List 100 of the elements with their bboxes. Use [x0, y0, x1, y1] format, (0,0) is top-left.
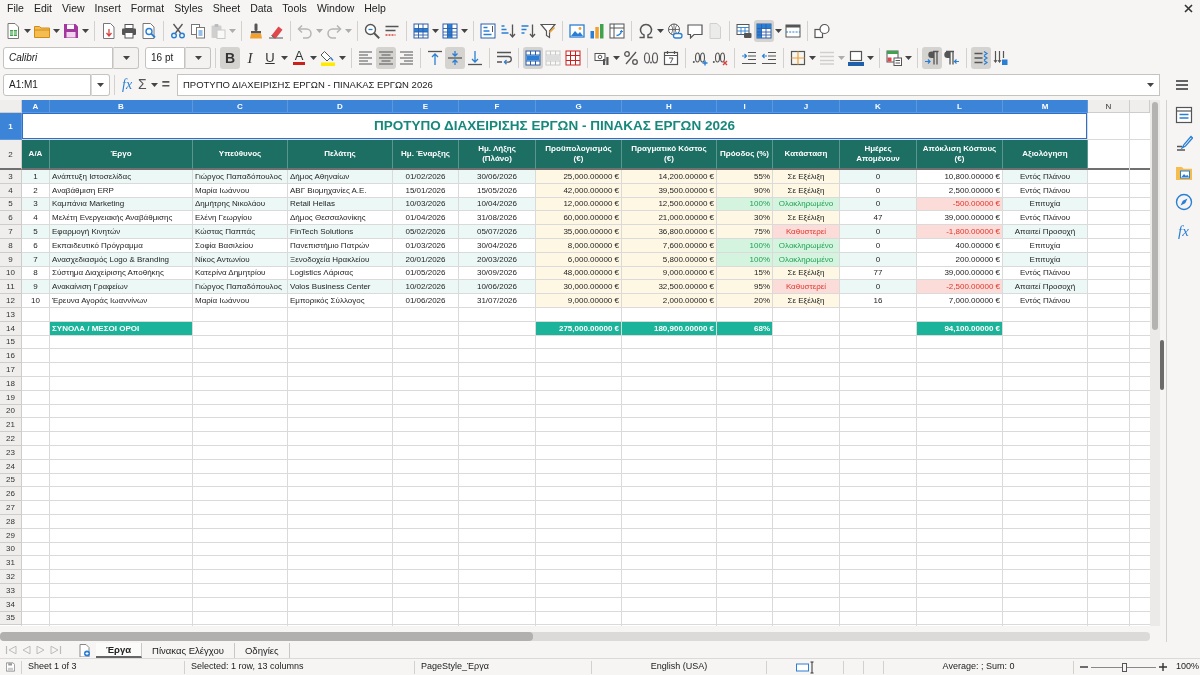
menu-item[interactable]: Data: [245, 1, 278, 16]
caret-icon[interactable]: [657, 28, 664, 33]
bold-button[interactable]: B: [220, 46, 240, 69]
menu-icon[interactable]: [1176, 79, 1188, 90]
caret-icon[interactable]: [97, 82, 104, 87]
row-header[interactable]: 31: [0, 556, 22, 571]
caret-icon[interactable]: [281, 55, 288, 60]
sidebar-handle[interactable]: [1160, 340, 1164, 390]
vertical-scrollbar[interactable]: [1150, 100, 1160, 626]
caret-icon[interactable]: [432, 28, 439, 33]
row-header[interactable]: 12: [0, 294, 22, 308]
row-header[interactable]: 32: [0, 570, 22, 584]
row-header[interactable]: 22: [0, 432, 22, 446]
column-header[interactable]: N: [1088, 100, 1130, 113]
table-cell: Καθυστερεί: [773, 225, 840, 239]
menu-item[interactable]: File: [2, 1, 29, 16]
column-header[interactable]: L: [917, 100, 1003, 113]
close-icon[interactable]: [1184, 4, 1193, 13]
slider-thumb[interactable]: [1121, 662, 1127, 672]
function-wizard-button[interactable]: fx: [119, 73, 136, 96]
zoom-level[interactable]: 100%: [1176, 660, 1200, 674]
column-header[interactable]: E: [393, 100, 459, 113]
caret-icon[interactable]: [775, 28, 782, 33]
row-header[interactable]: 21: [0, 418, 22, 433]
menu-item[interactable]: Help: [359, 1, 391, 16]
add-sheet-icon[interactable]: [79, 643, 90, 657]
caret-icon[interactable]: [809, 55, 816, 60]
table-cell: 0: [840, 225, 917, 239]
dropdown-button[interactable]: [185, 46, 211, 69]
menu-item[interactable]: Format: [125, 1, 170, 16]
caret-icon[interactable]: [613, 55, 620, 60]
row-header[interactable]: 26: [0, 487, 22, 502]
caret-icon[interactable]: [194, 55, 202, 60]
row-header[interactable]: 1: [0, 113, 22, 140]
zoom-slider[interactable]: [1091, 662, 1156, 672]
column-header[interactable]: H: [622, 100, 717, 113]
horizontal-scrollbar[interactable]: [0, 632, 1150, 641]
caret-icon[interactable]: [461, 28, 468, 33]
column-header[interactable]: F: [459, 100, 536, 113]
sheet-tab[interactable]: Οδηγίες: [234, 642, 290, 658]
font-color-button[interactable]: A: [289, 46, 309, 69]
caret-icon[interactable]: [310, 55, 317, 60]
totals-label: ΣΥΝΟΛΑ / ΜΕΣΟΙ ΟΡΟΙ: [50, 321, 193, 336]
row-header[interactable]: 11: [0, 280, 22, 295]
paragraph-left-to-right-icon[interactable]: [922, 46, 942, 69]
caret-icon[interactable]: [905, 55, 912, 60]
menu-item[interactable]: Tools: [277, 1, 312, 16]
formula-button[interactable]: =: [158, 73, 173, 96]
minus-icon[interactable]: [1080, 663, 1088, 671]
menu-item[interactable]: View: [57, 1, 90, 16]
dropdown-button[interactable]: [91, 73, 110, 96]
sheet-tab[interactable]: Έργα: [96, 642, 143, 658]
column-header[interactable]: J: [773, 100, 840, 113]
selection-mode-icon[interactable]: [796, 660, 814, 674]
italic-button[interactable]: I: [240, 46, 260, 69]
column-header[interactable]: A: [22, 100, 50, 113]
caret-icon[interactable]: [24, 28, 31, 33]
table-cell: 30%: [717, 211, 773, 226]
column-header[interactable]: K: [840, 100, 917, 113]
font-name-field[interactable]: Calibri: [3, 46, 113, 69]
font-size-field[interactable]: 16 pt: [145, 46, 185, 69]
row-header[interactable]: 27: [0, 501, 22, 515]
freeze-panes-icon[interactable]: [754, 19, 774, 42]
caret-icon[interactable]: [53, 28, 60, 33]
sheet-tab[interactable]: Πίνακας Ελέγχου: [142, 642, 235, 658]
menu-item[interactable]: Sheet: [207, 1, 246, 16]
table-cell: 95%: [717, 280, 773, 295]
row-header[interactable]: 7: [0, 225, 22, 239]
row-header[interactable]: 2: [0, 140, 22, 170]
align-middle-icon[interactable]: [445, 46, 465, 69]
underline-button[interactable]: U: [260, 46, 280, 69]
caret-icon[interactable]: [339, 55, 346, 60]
row-header[interactable]: 16: [0, 349, 22, 364]
table-cell: -1,800.00000 €: [917, 225, 1003, 239]
table-cell: 10/06/2026: [459, 280, 536, 295]
plus-icon[interactable]: [1159, 663, 1167, 671]
table-cell: 55%: [717, 170, 773, 184]
menu-item[interactable]: Edit: [28, 1, 57, 16]
menu-item[interactable]: Styles: [169, 1, 208, 16]
name-box[interactable]: A1:M1: [3, 73, 91, 96]
menu-item[interactable]: Insert: [89, 1, 126, 16]
column-header[interactable]: B: [50, 100, 193, 113]
caret-icon[interactable]: [82, 28, 89, 33]
column-header[interactable]: I: [717, 100, 773, 113]
sum-button[interactable]: Σ: [135, 73, 150, 96]
menu-item[interactable]: Window: [311, 1, 360, 16]
column-header[interactable]: G: [536, 100, 622, 113]
merge-cells-icon[interactable]: [523, 46, 543, 69]
row-header[interactable]: 17: [0, 363, 22, 377]
text-direction-icon[interactable]: [971, 46, 991, 69]
dropdown-button[interactable]: [113, 46, 139, 69]
caret-icon[interactable]: [150, 82, 158, 87]
functions-button[interactable]: fx: [1171, 219, 1196, 243]
caret-icon[interactable]: [122, 55, 130, 60]
caret-icon[interactable]: [867, 55, 874, 60]
column-header[interactable]: D: [288, 100, 393, 113]
column-header[interactable]: C: [193, 100, 288, 113]
row-header[interactable]: 3: [0, 170, 22, 184]
row-header[interactable]: 6: [0, 211, 22, 226]
column-header[interactable]: M: [1003, 100, 1088, 113]
